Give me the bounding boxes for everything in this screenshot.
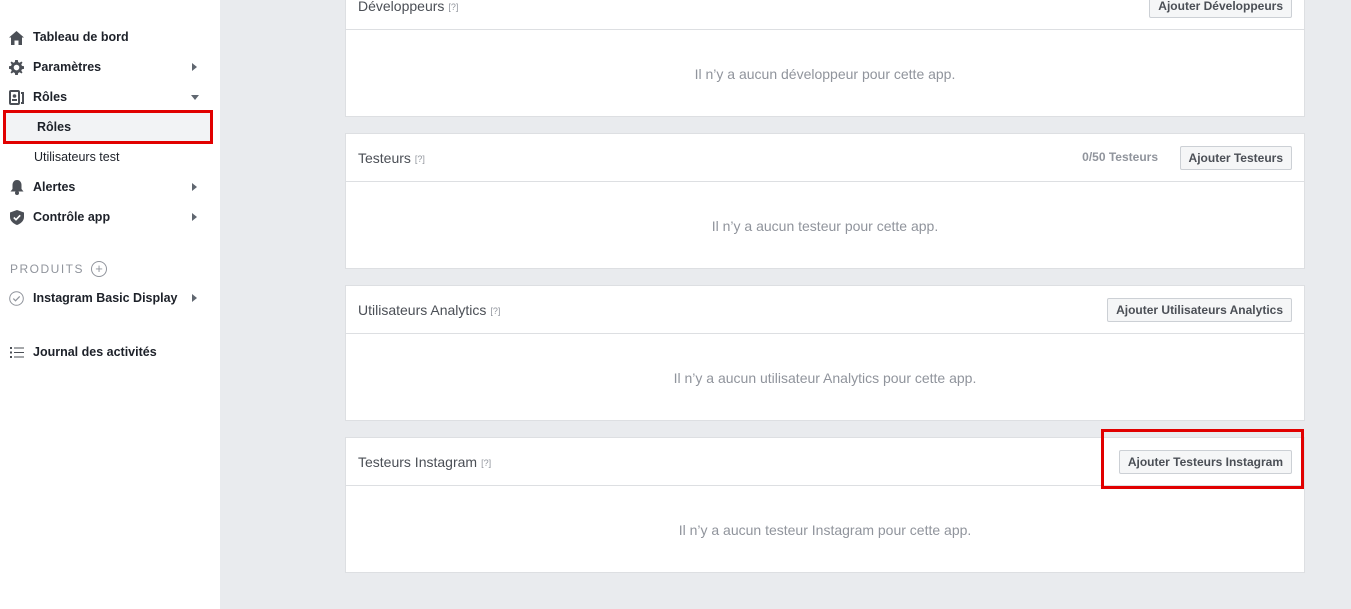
empty-message: Il n’y a aucun développeur pour cette ap…	[694, 66, 956, 82]
shield-icon	[9, 210, 24, 225]
sidebar-subitem-label: Utilisateurs test	[34, 150, 120, 164]
card-header: Testeurs [?] 0/50 Testeurs Ajouter Testeu…	[346, 134, 1304, 182]
help-link[interactable]: [?]	[481, 458, 491, 468]
analytics-title: Utilisateurs Analytics	[358, 302, 487, 318]
chevron-right-icon	[192, 63, 197, 71]
add-developers-button[interactable]: Ajouter Développeurs	[1149, 0, 1292, 18]
sidebar: Tableau de bord Paramètres Rôles Rôles U…	[0, 0, 220, 609]
empty-message: Il n’y a aucun testeur Instagram pour ce…	[678, 522, 972, 538]
sidebar-item-label: Tableau de bord	[33, 30, 129, 44]
chevron-right-icon	[192, 213, 197, 221]
sidebar-item-roles[interactable]: Rôles	[0, 82, 220, 112]
testers-card: Testeurs [?] 0/50 Testeurs Ajouter Testeu…	[345, 133, 1305, 269]
sidebar-item-settings[interactable]: Paramètres	[0, 52, 220, 82]
developers-title: Développeurs	[358, 0, 445, 14]
chevron-down-icon	[191, 95, 199, 100]
sidebar-subitem-roles[interactable]: Rôles	[3, 110, 213, 144]
sidebar-item-label: Paramètres	[33, 60, 102, 74]
list-icon	[9, 345, 24, 360]
sidebar-subitem-test-users[interactable]: Utilisateurs test	[4, 142, 210, 172]
add-testers-button[interactable]: Ajouter Testeurs	[1179, 146, 1292, 170]
sidebar-item-label: Contrôle app	[33, 210, 111, 224]
help-link[interactable]: [?]	[490, 306, 500, 316]
sidebar-item-label: Rôles	[33, 90, 68, 104]
sidebar-item-label: Alertes	[33, 180, 76, 194]
sidebar-item-label: Journal des activités	[33, 345, 157, 359]
chevron-right-icon	[192, 183, 197, 191]
sidebar-item-alerts[interactable]: Alertes	[0, 172, 220, 202]
card-header: Développeurs [?] Ajouter Développeurs	[346, 0, 1304, 30]
highlight-annotation	[1101, 429, 1304, 489]
help-link[interactable]: [?]	[415, 154, 425, 164]
card-title: Testeurs [?]	[358, 150, 425, 166]
testers-count: 0/50 Testeurs	[1082, 150, 1158, 164]
card-title: Utilisateurs Analytics [?]	[358, 302, 500, 318]
help-link[interactable]: [?]	[448, 2, 458, 12]
card-title: Développeurs [?]	[358, 0, 458, 14]
add-analytics-users-button[interactable]: Ajouter Utilisateurs Analytics	[1107, 298, 1292, 322]
empty-message: Il n’y a aucun utilisateur Analytics pou…	[673, 370, 977, 386]
sidebar-item-label: Instagram Basic Display	[33, 291, 178, 305]
roles-icon	[9, 90, 24, 105]
bell-icon	[9, 180, 24, 195]
sidebar-subitem-label: Rôles	[37, 120, 72, 134]
card-title: Testeurs Instagram [?]	[358, 454, 491, 470]
sidebar-item-activity-log[interactable]: Journal des activités	[0, 337, 220, 367]
instagram-testers-title: Testeurs Instagram	[358, 454, 478, 470]
developers-card: Développeurs [?] Ajouter Développeurs Il …	[345, 0, 1305, 117]
sidebar-item-instagram-basic-display[interactable]: Instagram Basic Display	[0, 283, 220, 313]
products-section-label: PRODUITS	[10, 262, 85, 276]
analytics-users-card: Utilisateurs Analytics [?] Ajouter Utilis…	[345, 285, 1305, 421]
sidebar-item-app-review[interactable]: Contrôle app	[0, 202, 220, 232]
card-header: Utilisateurs Analytics [?] Ajouter Utilis…	[346, 286, 1304, 334]
empty-message: Il n’y a aucun testeur pour cette app.	[711, 218, 939, 234]
testers-title: Testeurs	[358, 150, 411, 166]
chevron-right-icon	[192, 294, 197, 302]
home-icon	[9, 30, 24, 45]
sidebar-item-dashboard[interactable]: Tableau de bord	[0, 22, 220, 52]
check-circle-icon	[9, 291, 24, 306]
gear-icon	[9, 60, 24, 75]
add-product-icon[interactable]: +	[91, 261, 107, 277]
